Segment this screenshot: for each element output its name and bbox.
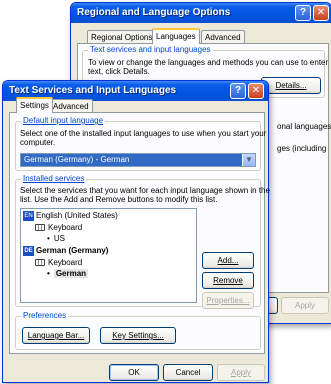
- installed-services-desc-line2: list. Use the Add and Remove buttons to …: [20, 195, 218, 204]
- installed-services-desc-line1: Select the services that you want for ea…: [20, 186, 270, 195]
- bullet-icon: •: [47, 234, 50, 243]
- apply-button[interactable]: Apply: [217, 364, 265, 381]
- text-services-desc-line2: text, click Details.: [88, 67, 150, 76]
- properties-button[interactable]: Properties...: [202, 292, 254, 309]
- chevron-down-icon[interactable]: ▼: [242, 154, 255, 166]
- peek-text-line1: onal languages,: [277, 122, 331, 131]
- text-services-group-title: Text services and input languages: [88, 45, 213, 54]
- close-icon[interactable]: ✕: [248, 83, 264, 99]
- default-input-language-title: Default input language: [21, 116, 106, 125]
- preferences-group: Preferences Language Bar... Key Settings…: [15, 311, 261, 350]
- apply-button-label: Apply: [230, 368, 251, 377]
- regional-apply-button[interactable]: Apply: [281, 297, 329, 314]
- settings-panel: Default input language Select one of the…: [9, 112, 270, 354]
- tree-item-us[interactable]: • US: [47, 234, 65, 244]
- details-button-label: Details...: [275, 81, 307, 90]
- language-badge-icon: EN: [23, 211, 34, 221]
- properties-button-label: Properties...: [206, 296, 250, 305]
- text-services-desc-line1: To view or change the languages and meth…: [88, 58, 329, 67]
- cancel-button[interactable]: Cancel: [163, 364, 213, 381]
- default-input-desc-line1: Select one of the installed input langua…: [20, 129, 267, 138]
- language-badge-icon: DE: [23, 246, 34, 256]
- language-bar-button-label: Language Bar...: [27, 331, 85, 340]
- add-button-label: Add...: [217, 256, 239, 265]
- tree-item-keyboard-en[interactable]: Keyboard: [35, 223, 82, 233]
- tree-item-label: Keyboard: [48, 223, 83, 232]
- text-services-window: Text Services and Input Languages ? ✕ Se…: [2, 80, 270, 383]
- key-settings-button[interactable]: Key Settings...: [100, 327, 176, 344]
- default-input-language-combo[interactable]: German (Germany) - German ▼: [20, 153, 256, 167]
- keyboard-icon: [35, 259, 45, 266]
- installed-services-group: Installed services Select the services t…: [15, 174, 270, 309]
- details-button[interactable]: Details...: [261, 77, 321, 94]
- tree-item-label: Keyboard: [48, 258, 83, 267]
- close-icon[interactable]: ✕: [313, 5, 329, 21]
- tab-settings[interactable]: Settings: [16, 97, 53, 113]
- tree-item-german[interactable]: DE German (Germany): [23, 246, 108, 256]
- regional-window-title: Regional and Language Options: [71, 3, 331, 23]
- installed-services-title: Installed services: [21, 174, 87, 183]
- add-button[interactable]: Add...: [202, 252, 254, 269]
- tab-languages[interactable]: Languages: [152, 28, 200, 44]
- remove-button[interactable]: Remove: [202, 272, 254, 289]
- key-settings-button-label: Key Settings...: [112, 331, 164, 340]
- language-bar-button[interactable]: Language Bar...: [22, 327, 90, 344]
- preferences-title: Preferences: [21, 311, 69, 320]
- tree-item-label: German (Germany): [36, 246, 109, 255]
- tree-item-label: German: [53, 269, 89, 278]
- tree-item-label: US: [53, 234, 65, 243]
- keyboard-icon: [35, 224, 45, 231]
- tree-item-english[interactable]: EN English (United States): [23, 211, 118, 221]
- tree-item-keyboard-de[interactable]: Keyboard: [35, 258, 82, 268]
- default-input-language-group: Default input language Select one of the…: [15, 116, 266, 171]
- ok-button[interactable]: OK: [109, 364, 159, 381]
- default-input-desc-line2: computer.: [20, 138, 56, 147]
- peek-text-line2: ges (including: [277, 144, 327, 153]
- tree-item-label: English (United States): [36, 211, 118, 220]
- tab-regional-options[interactable]: Regional Options: [87, 30, 157, 44]
- default-input-language-value: German (Germany) - German: [24, 155, 130, 164]
- help-icon[interactable]: ?: [295, 5, 311, 21]
- help-icon[interactable]: ?: [230, 83, 246, 99]
- remove-button-label: Remove: [213, 276, 243, 285]
- tab-advanced-settings[interactable]: Advanced: [49, 99, 93, 113]
- tree-item-german-layout[interactable]: • German: [47, 269, 89, 279]
- bullet-icon: •: [47, 269, 50, 278]
- installed-services-tree[interactable]: EN English (United States) Keyboard • US D…: [20, 208, 197, 303]
- tab-advanced[interactable]: Advanced: [201, 30, 245, 44]
